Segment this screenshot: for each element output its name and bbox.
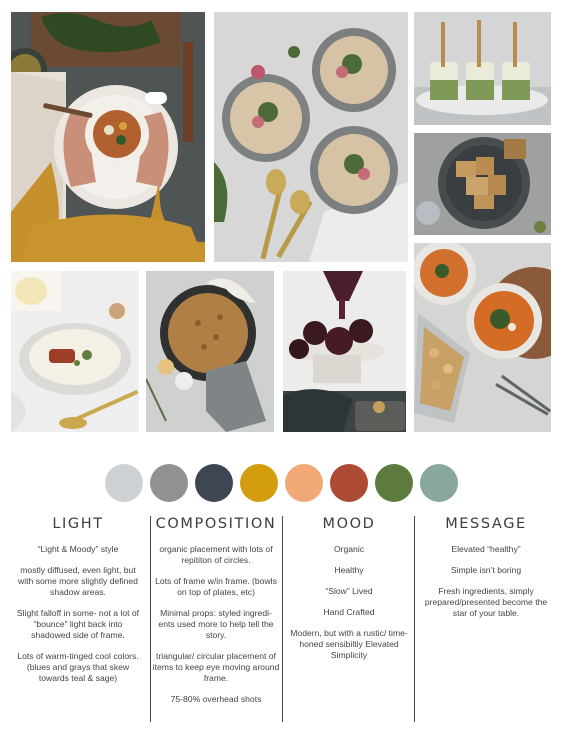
photo-orange-soup-table xyxy=(414,243,551,432)
photo-chocolate-cakes xyxy=(283,271,406,432)
column-title-composition: COMPOSITION xyxy=(155,516,277,532)
photo-hands-holding-soup xyxy=(11,12,205,262)
message-item: Elevated “healthy” xyxy=(451,544,521,554)
message-item: Simple isn’t boring xyxy=(450,565,522,575)
swatch-moss-green xyxy=(375,464,413,502)
column-divider xyxy=(150,516,151,722)
composition-item: organic placement with lots of repititon… xyxy=(159,544,273,565)
column-title-mood: MOOD xyxy=(322,516,376,532)
composition-item: Minimal props: styled ingredi- ents used… xyxy=(158,608,274,640)
column-composition: COMPOSITION organic placement with lots … xyxy=(152,516,280,722)
mood-item: Healthy xyxy=(334,565,364,575)
composition-item: Lots of frame w/in frame. (bowls on top … xyxy=(155,576,277,597)
column-light: LIGHT “Light & Moody” style mostly diffu… xyxy=(14,516,142,722)
swatch-mustard xyxy=(240,464,278,502)
swatch-rust xyxy=(330,464,368,502)
photo-three-soup-bowls xyxy=(214,12,408,262)
mood-item: Modern, but with a rustic/ time-honed se… xyxy=(290,628,408,660)
swatch-slate xyxy=(195,464,233,502)
photo-skillet-bread xyxy=(146,271,274,432)
column-divider xyxy=(282,516,283,722)
swatch-light-gray xyxy=(105,464,143,502)
swatch-peach xyxy=(285,464,323,502)
column-title-light: LIGHT xyxy=(52,516,104,532)
light-item: mostly diffused, even light, but with so… xyxy=(18,565,138,597)
light-item: “Light & Moody” style xyxy=(37,544,119,554)
column-title-message: MESSAGE xyxy=(445,516,527,532)
light-item: Lots of warm-tinged cool colors. (blues … xyxy=(17,651,139,683)
message-item: Fresh ingredients, simply prepared/prese… xyxy=(424,586,548,618)
color-palette xyxy=(105,464,459,504)
photo-croutons-plate xyxy=(414,133,551,235)
column-mood: MOOD Organic Healthy “Slow” Lived Hand C… xyxy=(288,516,410,722)
column-divider xyxy=(414,516,415,722)
mood-item: “Slow” Lived xyxy=(325,586,373,596)
composition-item: triangular/ circular placement of items … xyxy=(152,651,280,683)
swatch-gray xyxy=(150,464,188,502)
mood-item: Organic xyxy=(333,544,365,554)
photo-creamy-soup-bowl xyxy=(11,271,139,432)
photo-parfait-jars xyxy=(414,12,551,125)
swatch-sage xyxy=(420,464,458,502)
column-message: MESSAGE Elevated “healthy” Simple isn’t … xyxy=(418,516,554,722)
composition-item: 75-80% overhead shots xyxy=(170,694,262,704)
mood-item: Hand Crafted xyxy=(323,607,375,617)
light-item: Slight falloff in some- not a lot of “bo… xyxy=(16,608,140,640)
